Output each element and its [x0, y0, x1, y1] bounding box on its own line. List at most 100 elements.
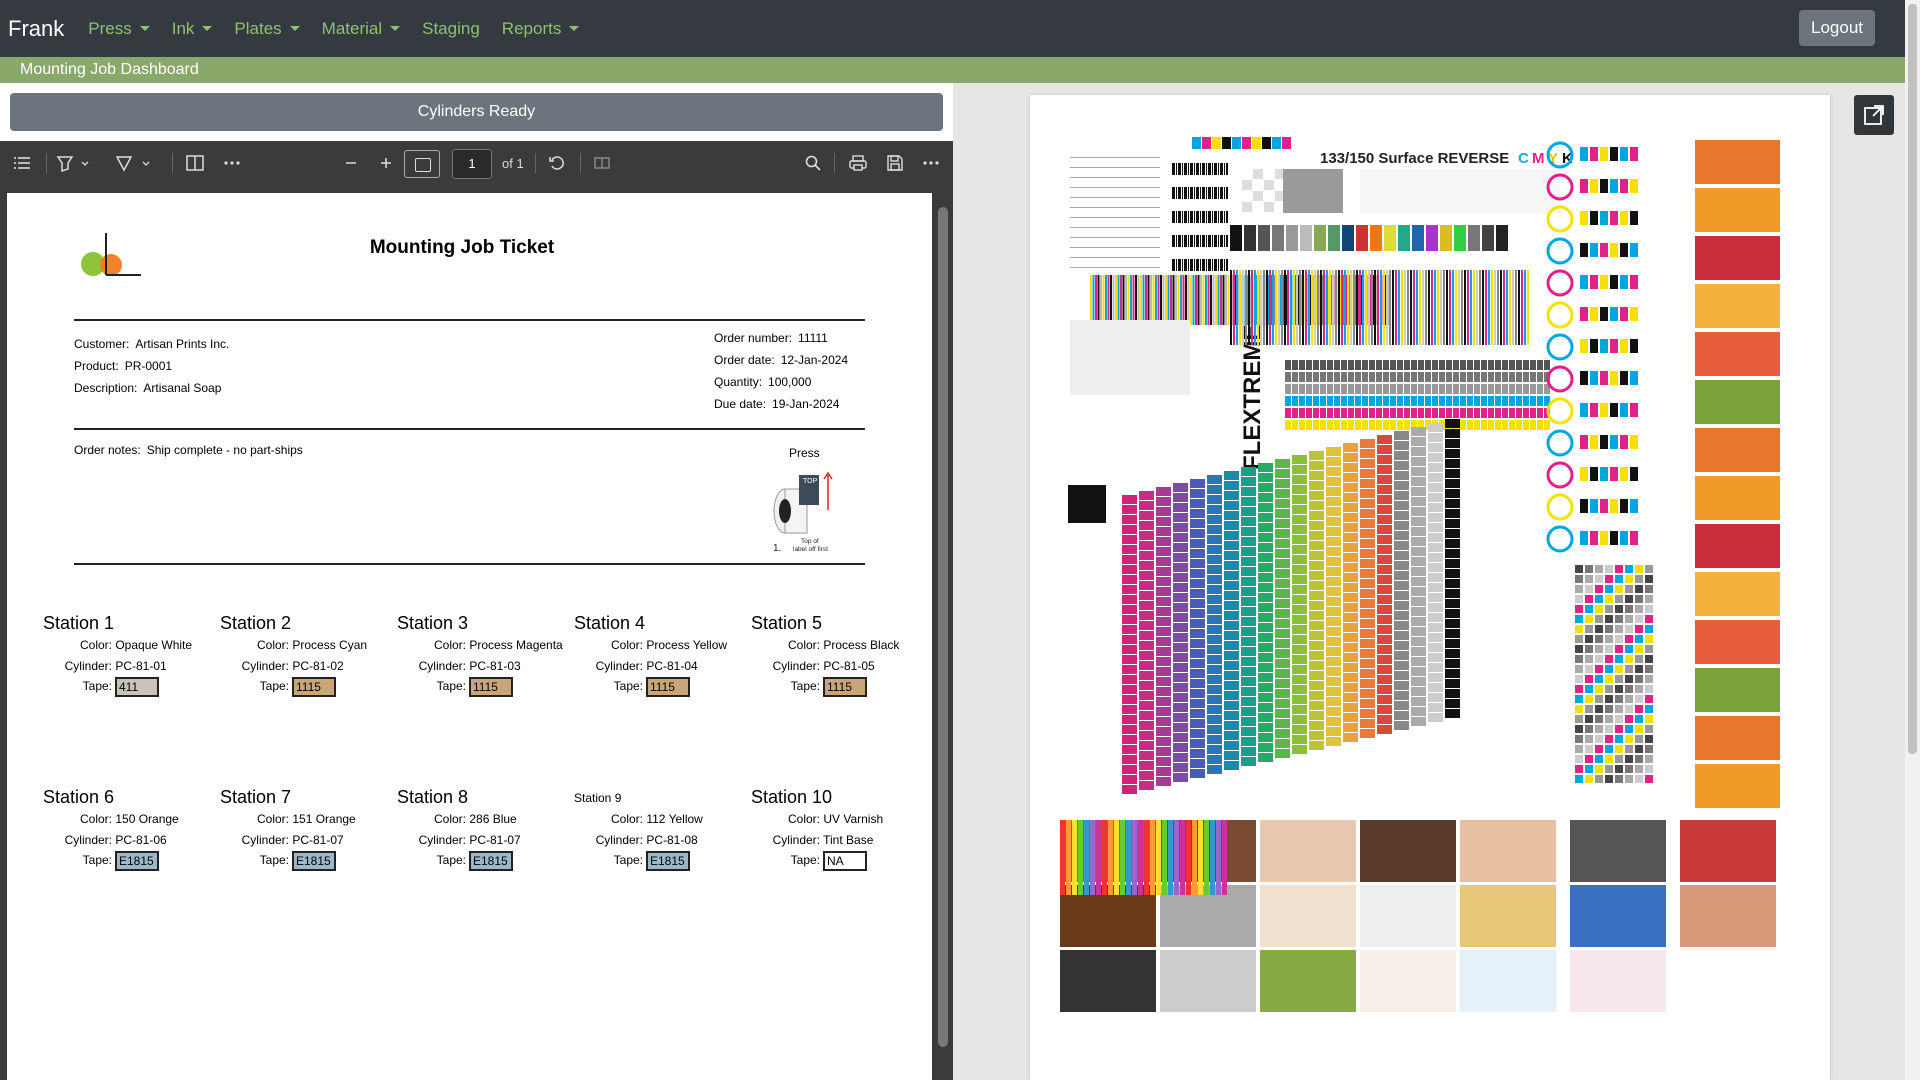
patch	[1320, 360, 1326, 370]
patch	[1369, 420, 1375, 430]
gray-patch	[1645, 575, 1653, 583]
save-icon[interactable]	[885, 153, 905, 173]
gamut-patch	[1241, 487, 1256, 496]
patch	[1390, 408, 1396, 418]
photo-thumb	[1360, 885, 1456, 947]
barcode-bar	[1174, 187, 1175, 199]
gamut-patch	[1343, 653, 1358, 662]
barcode-bar	[1194, 187, 1195, 199]
nav-material[interactable]: Material	[322, 19, 401, 39]
fruit-image	[1695, 332, 1780, 376]
page-view-icon[interactable]	[592, 153, 612, 173]
gamut-patch	[1122, 715, 1137, 724]
gamut-patch	[1343, 683, 1358, 692]
patch	[1523, 420, 1529, 430]
gray-patch	[1625, 715, 1633, 723]
gamut-patch	[1241, 707, 1256, 716]
page-number-input[interactable]: 1	[452, 149, 492, 179]
print-icon[interactable]	[848, 153, 868, 173]
gamut-patch	[1122, 785, 1137, 794]
tape-value[interactable]: E1815	[469, 851, 513, 871]
preview-brand: FLEXTREME	[1239, 325, 1266, 470]
gray-patch	[1585, 765, 1593, 773]
barcode-bar	[1218, 163, 1219, 175]
gamut-patch	[1190, 699, 1205, 708]
nav-press[interactable]: Press	[88, 19, 150, 39]
brand-logo[interactable]: Frank	[8, 16, 64, 42]
gray-patch	[1625, 665, 1633, 673]
gamut-patch	[1377, 665, 1392, 674]
tape-value[interactable]: 1115	[469, 677, 513, 697]
gray-patch	[1585, 695, 1593, 703]
more-icon[interactable]	[921, 153, 941, 173]
sidebar-toggle-icon[interactable]	[12, 153, 32, 173]
gamut-patch	[1190, 589, 1205, 598]
tape-value[interactable]: E1815	[292, 851, 336, 871]
barcode-bar	[1224, 259, 1225, 271]
stripe	[1195, 275, 1197, 325]
station-color: 150 Orange	[115, 812, 179, 826]
tape-value[interactable]: E1815	[646, 851, 690, 871]
logout-button[interactable]: Logout	[1799, 10, 1875, 46]
fruit-image	[1695, 284, 1780, 328]
search-icon[interactable]	[803, 153, 823, 173]
status-button[interactable]: Cylinders Ready	[10, 93, 943, 131]
zoom-out-icon[interactable]	[341, 153, 361, 173]
bar-swatch	[1314, 225, 1326, 251]
gamut-patch	[1411, 537, 1426, 546]
patch	[1327, 396, 1333, 406]
more-icon[interactable]	[222, 153, 242, 173]
gamut-patch	[1445, 539, 1460, 548]
wedge	[1620, 467, 1628, 481]
tape-value[interactable]: E1815	[115, 851, 159, 871]
text-icon[interactable]	[185, 153, 205, 173]
gamut-patch	[1207, 565, 1222, 574]
barcode-bar	[1202, 235, 1204, 247]
open-external-icon[interactable]	[1854, 95, 1894, 135]
nav-reports[interactable]: Reports	[502, 19, 580, 39]
quantity-value: 100,000	[768, 375, 812, 389]
zoom-in-icon[interactable]	[376, 153, 396, 173]
gray-patch	[1615, 585, 1623, 593]
gamut-patch	[1139, 711, 1154, 720]
gray-patch	[1585, 745, 1593, 753]
gamut-patch	[1207, 635, 1222, 644]
patch	[1481, 372, 1487, 382]
page-scrollbar-thumb[interactable]	[1908, 4, 1917, 754]
draw-icon[interactable]	[114, 153, 134, 173]
tape-value[interactable]: 411	[115, 677, 159, 697]
gamut-patch	[1156, 487, 1171, 496]
stripe	[1170, 275, 1172, 325]
patch	[1495, 408, 1501, 418]
nav-plates[interactable]: Plates	[234, 19, 300, 39]
gray-patch	[1595, 685, 1603, 693]
tape-value[interactable]: 1115	[646, 677, 690, 697]
gamut-patch	[1207, 485, 1222, 494]
stripe	[1350, 270, 1352, 345]
cylinder-label: Cylinder:	[241, 659, 289, 673]
tape-value[interactable]: 1115	[823, 677, 867, 697]
gray-patch	[1625, 575, 1633, 583]
fit-page-button[interactable]	[404, 150, 440, 178]
tape-value[interactable]: NA	[823, 851, 867, 871]
wedge	[1630, 403, 1638, 417]
page-scrollbar[interactable]	[1905, 0, 1920, 1080]
pdf-scrollbar[interactable]	[938, 207, 948, 1047]
gamut-patch	[1258, 463, 1273, 472]
rotate-icon[interactable]	[547, 153, 567, 173]
gamut-patch	[1156, 617, 1171, 626]
nav-staging[interactable]: Staging	[422, 19, 480, 39]
barcode-bar	[1202, 211, 1204, 223]
gamut-patch	[1156, 527, 1171, 536]
stripe	[1440, 270, 1442, 345]
wedge	[1600, 307, 1608, 321]
black-square	[1068, 485, 1106, 523]
ticket-title: Mounting Job Ticket	[369, 237, 555, 258]
highlight-icon[interactable]	[55, 153, 75, 173]
tape-value[interactable]: 1115	[292, 677, 336, 697]
photo-thumb	[1460, 885, 1556, 947]
chevron-down-icon[interactable]	[141, 153, 151, 173]
nav-ink[interactable]: Ink	[172, 19, 213, 39]
gray-patch	[1605, 715, 1613, 723]
chevron-down-icon[interactable]	[80, 153, 90, 173]
